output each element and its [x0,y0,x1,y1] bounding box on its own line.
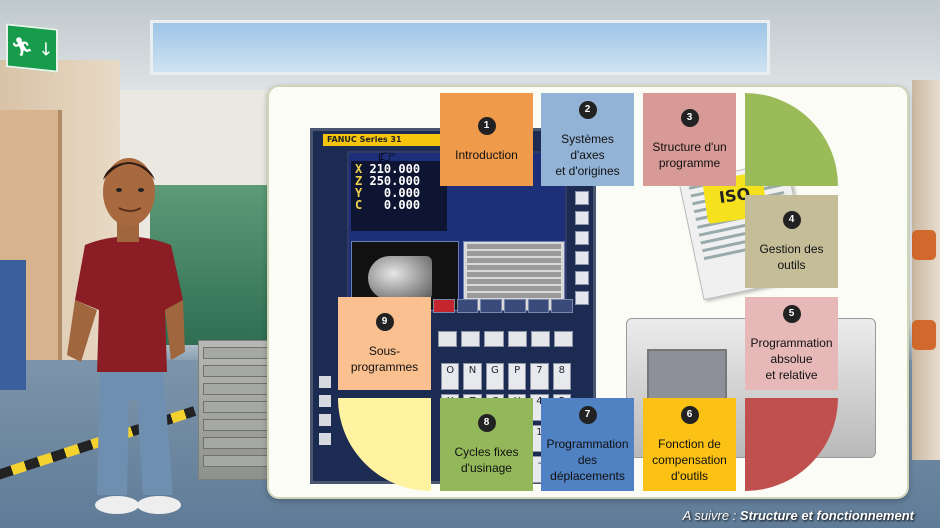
next-chapter-link[interactable]: A suivre : Structure et fonctionnement [683,508,914,523]
chapter-tile-7[interactable]: 7 Programmation des déplacements [541,398,634,491]
chapter-tile-5[interactable]: 5 Programmation absolue et relative [745,297,838,390]
quarter-shape [338,398,431,491]
quarter-shape [745,398,838,491]
decorative-quarter-bottom-right [745,398,838,491]
arrow-down-icon: ↓ [38,38,54,61]
keypad-key: O [441,363,460,390]
skylight [150,20,770,75]
valve-icon [912,320,936,350]
chapter-tile-6[interactable]: 6 Fonction de compensation d'outils [643,398,736,491]
coordinate-readout: X 210.000 Z 250.000 Y 0.000 C 0.000 [351,161,447,231]
chapter-number: 5 [782,304,801,323]
quarter-shape [745,93,838,186]
soft-keys [433,299,574,313]
cnc-left-keys [319,376,333,456]
instructor-avatar [67,158,185,514]
chapter-tile-1[interactable]: 1 Introduction [440,93,533,186]
pointing-hand-icon: 👉︎ [378,140,396,168]
wall-pipe [912,80,940,460]
function-keys [438,331,574,347]
chapter-number: 8 [477,413,496,432]
classroom-scene: 🏃︎ ↓ ISO FANUC Series 31 X 210.000 Z 250… [0,0,940,528]
chapter-number: 6 [680,405,699,424]
chapter-tile-8[interactable]: 8 Cycles fixes d'usinage [440,398,533,491]
chapter-number: 4 [782,210,801,229]
chapter-label: Systèmes d'axes et d'origines [555,131,620,178]
chapter-tile-2[interactable]: 2 Systèmes d'axes et d'origines [541,93,634,186]
chapter-label: Fonction de compensation d'outils [652,436,727,483]
decorative-quarter-top-right [745,93,838,186]
chapter-number: 3 [680,108,699,127]
chapter-tile-4[interactable]: 4 Gestion des outils [745,195,838,288]
drawer-cabinet [198,340,276,480]
valve-icon [912,230,936,260]
decorative-quarter-bottom-left [338,398,431,491]
chapter-label: Introduction [455,147,518,162]
keypad-key: 7 [530,363,549,390]
next-chapter-title: Structure et fonctionnement [739,508,914,523]
chapter-tile-3[interactable]: 3 Structure d'un programme [643,93,736,186]
chapter-label: Programmation des déplacements [546,436,629,483]
next-prefix: A suivre : [682,508,740,523]
keypad-key: 8 [552,363,571,390]
chapter-tile-9[interactable]: 9 Sous- programmes [338,297,431,390]
keypad-key: P [508,363,527,390]
chapter-number: 9 [375,312,394,331]
chapter-number: 7 [578,405,597,424]
chapter-number: 1 [477,116,496,135]
keypad-key: N [463,363,482,390]
blue-locker [0,260,26,390]
chapter-number: 2 [578,100,597,119]
chapter-label: Gestion des outils [759,241,824,272]
chapter-label: Programmation absolue et relative [750,335,833,382]
chapter-label: Cycles fixes d'usinage [454,444,519,475]
chapter-label: Sous- programmes [350,343,419,374]
keypad-key: G [485,363,504,390]
emergency-exit-sign: 🏃︎ ↓ [6,23,58,73]
running-man-exit-icon: 🏃︎ [10,35,34,59]
chapter-label: Structure d'un programme [652,139,727,170]
